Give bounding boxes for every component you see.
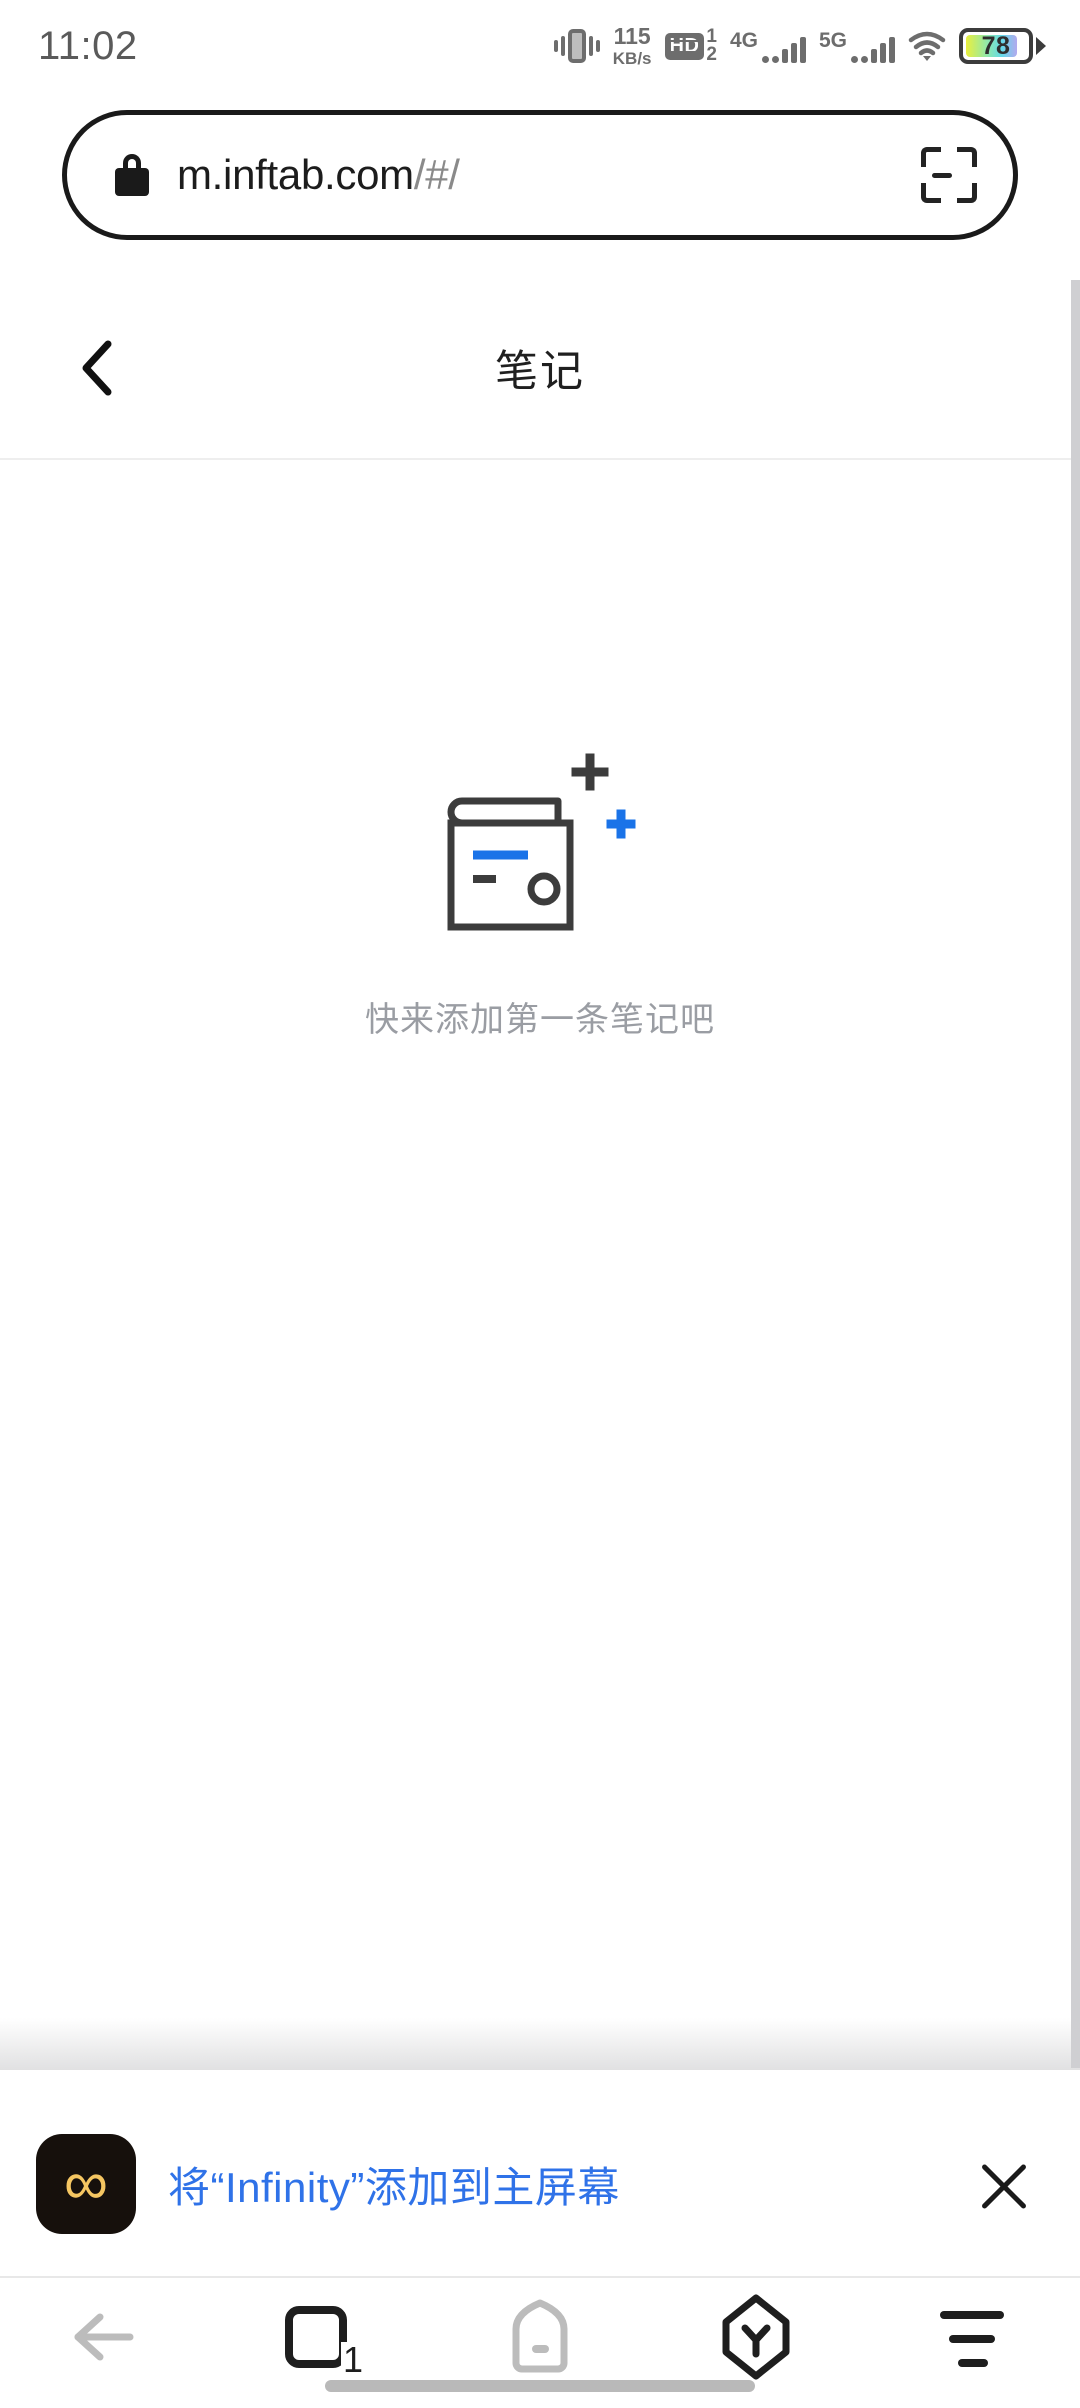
page-header: 笔记 — [0, 278, 1080, 460]
hd-sim-bottom: 2 — [706, 44, 717, 65]
battery-percent: 78 — [981, 31, 1011, 60]
browser-toolbar: 1 — [0, 2280, 1080, 2408]
status-bar: 11:02 115 KB/s HD 1 2 4G 5G 78 — [0, 0, 1080, 92]
tabs-icon: 1 — [285, 2302, 365, 2380]
signal-4g-label: 4G — [729, 28, 758, 52]
nav-back-button[interactable] — [33, 2296, 183, 2382]
status-icons: 115 KB/s HD 1 2 4G 5G 78 — [553, 23, 1046, 68]
vertical-scrollbar[interactable] — [1071, 280, 1080, 2068]
scan-qr-icon[interactable] — [921, 147, 977, 203]
empty-state: 快来添加第一条笔记吧 — [0, 748, 1080, 1041]
home-icon — [508, 2299, 572, 2380]
home-indicator — [325, 2380, 755, 2392]
infinity-glyph: ∞ — [63, 2149, 109, 2219]
menu-icon — [940, 2311, 1004, 2367]
back-arrow-icon — [72, 2309, 144, 2370]
lock-icon — [115, 154, 149, 196]
infinity-app-icon: ∞ — [36, 2134, 136, 2234]
signal-5g-label: 5G — [818, 28, 847, 52]
nav-account-button[interactable] — [681, 2294, 831, 2385]
nav-tabs-button[interactable]: 1 — [249, 2296, 399, 2382]
empty-state-message: 快来添加第一条笔记吧 — [365, 1001, 715, 1039]
content-bottom-fade — [0, 2018, 1080, 2070]
status-clock: 11:02 — [38, 23, 138, 68]
network-speed-value: 115 — [613, 23, 651, 49]
add-to-homescreen-banner[interactable]: ∞ 将“Infinity”添加到主屏幕 — [0, 2092, 1080, 2278]
signal-4g-icon: 4G — [730, 30, 806, 63]
signal-5g-icon: 5G — [819, 30, 895, 63]
tabs-count: 1 — [340, 2339, 365, 2380]
url-bar[interactable]: m.inftab.com/#/ — [62, 110, 1018, 240]
hd-voice-icon: HD 1 2 — [664, 27, 717, 65]
empty-notebook-icon — [425, 748, 655, 948]
vibrate-icon — [553, 27, 600, 65]
network-speed-icon: 115 KB/s — [612, 23, 652, 68]
nav-home-button[interactable] — [465, 2296, 615, 2382]
uc-account-icon — [720, 2294, 792, 2385]
nav-menu-button[interactable] — [897, 2296, 1047, 2382]
battery-icon: 78 — [959, 28, 1046, 64]
url-domain: m.inftab.com — [177, 151, 414, 198]
close-icon[interactable] — [974, 2154, 1034, 2214]
back-chevron-icon[interactable] — [78, 340, 118, 396]
banner-message[interactable]: 将“Infinity”添加到主屏幕 — [168, 2154, 974, 2215]
url-path: /#/ — [413, 151, 460, 198]
phone-screen: 11:02 115 KB/s HD 1 2 4G 5G 78 m.inftab.… — [0, 0, 1080, 2408]
hd-label: HD — [664, 32, 705, 60]
page-title: 笔记 — [495, 348, 585, 396]
webview-content: 笔记 快来添加第一条笔记吧 — [0, 278, 1080, 2070]
network-speed-unit: KB/s — [612, 49, 652, 68]
url-input[interactable]: m.inftab.com/#/ — [177, 151, 921, 199]
wifi-icon — [908, 31, 946, 61]
